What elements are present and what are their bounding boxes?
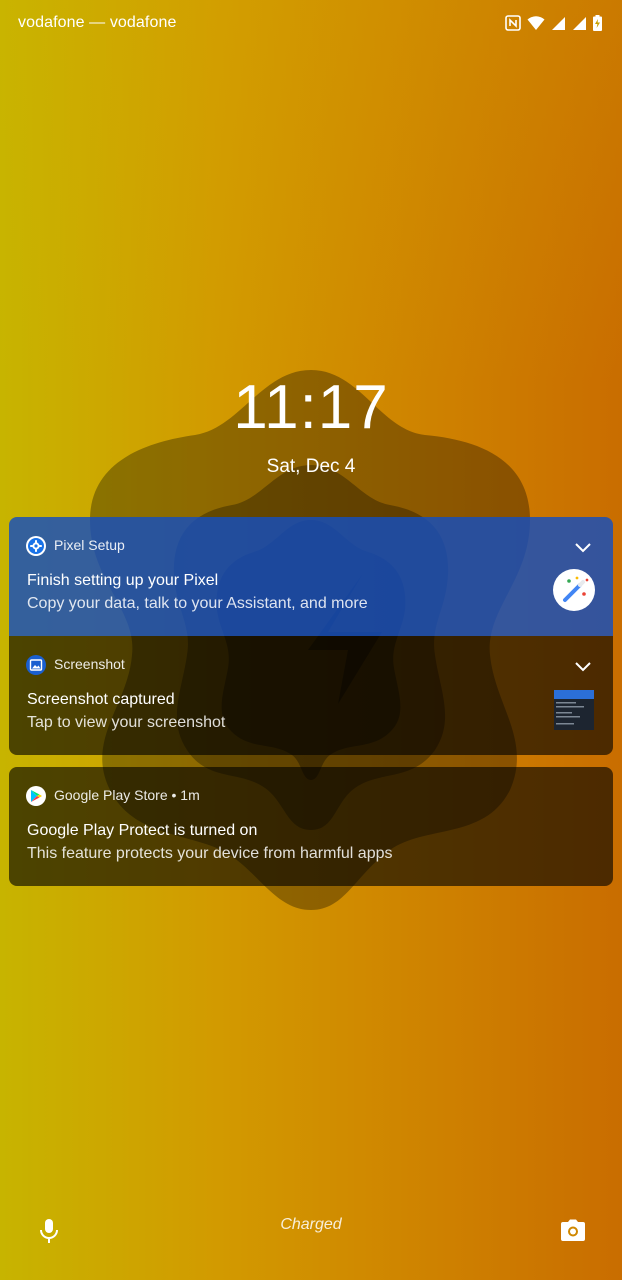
charging-status: Charged bbox=[280, 1216, 342, 1233]
wifi-icon bbox=[527, 15, 545, 31]
image-icon bbox=[26, 655, 46, 675]
notification-app-name: Pixel Setup bbox=[54, 537, 125, 553]
notification-pixel-setup[interactable]: Pixel Setup Finish setting up your Pixel… bbox=[9, 517, 613, 636]
notification-text: Tap to view your screenshot bbox=[27, 714, 226, 731]
notification-app-name: Google Play Store • 1m bbox=[54, 787, 200, 803]
notification-title: Screenshot captured bbox=[27, 691, 175, 708]
notification-play-protect[interactable]: Google Play Store • 1m Google Play Prote… bbox=[9, 767, 613, 886]
cell-signal-icon bbox=[551, 16, 566, 31]
notification-screenshot[interactable]: Screenshot Screenshot captured Tap to vi… bbox=[9, 636, 613, 755]
notification-app-name: Screenshot bbox=[54, 656, 125, 672]
chevron-down-icon[interactable] bbox=[573, 656, 593, 676]
camera-icon[interactable] bbox=[560, 1218, 586, 1242]
status-bar: vodafone — vodafone bbox=[0, 0, 622, 46]
notification-title: Google Play Protect is turned on bbox=[27, 822, 258, 839]
nfc-icon bbox=[505, 15, 521, 31]
notification-title: Finish setting up your Pixel bbox=[27, 572, 219, 589]
magic-wand-icon bbox=[553, 569, 595, 611]
lockscreen-clock: 11:17 bbox=[233, 373, 389, 442]
notification-group: Pixel Setup Finish setting up your Pixel… bbox=[9, 517, 613, 755]
status-icons bbox=[505, 14, 602, 32]
carrier-label: vodafone — vodafone bbox=[18, 14, 177, 31]
battery-charging-icon bbox=[593, 15, 602, 31]
notification-text: Copy your data, talk to your Assistant, … bbox=[27, 595, 368, 612]
notification-text: This feature protects your device from h… bbox=[27, 845, 393, 862]
chevron-down-icon[interactable] bbox=[573, 537, 593, 557]
screenshot-thumbnail bbox=[554, 690, 594, 730]
cell-signal-icon bbox=[572, 16, 587, 31]
play-store-icon bbox=[26, 786, 46, 806]
lockscreen-date: Sat, Dec 4 bbox=[266, 456, 356, 477]
gear-icon bbox=[26, 536, 46, 556]
